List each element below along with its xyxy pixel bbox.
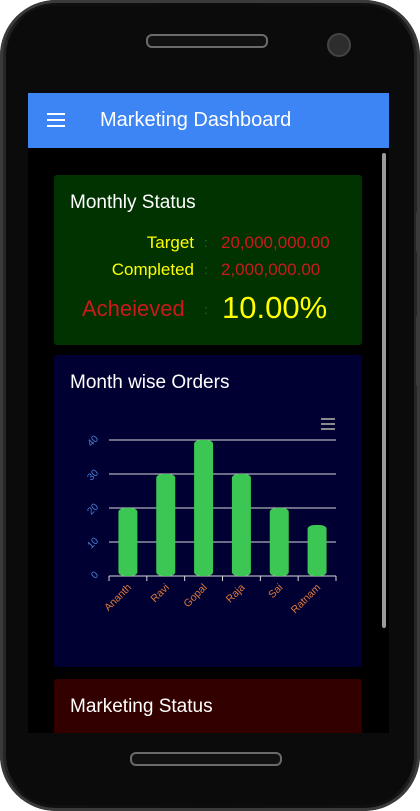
x-tick-label: Gopal (181, 582, 209, 610)
achieved-value: 10.00% (222, 290, 328, 325)
y-tick-label: 40 (85, 433, 101, 449)
y-tick-label: 0 (89, 569, 101, 581)
marketing-status-card: Marketing Status (54, 679, 362, 733)
y-tick-label: 30 (85, 467, 101, 483)
chart-bar (269, 508, 289, 576)
app-title: Marketing Dashboard (100, 109, 292, 131)
completed-label: Completed (111, 260, 194, 279)
achieved-separator: : (204, 302, 208, 317)
chart-bar (194, 440, 214, 576)
speaker-grille (146, 34, 268, 48)
volume-button (416, 212, 420, 252)
target-label: Target (146, 233, 194, 252)
chart-bar (156, 474, 176, 576)
chart-bar (118, 508, 138, 576)
chart-bar (231, 474, 251, 576)
achieved-row: Acheieved : 10.00% (54, 290, 362, 330)
monthly-status-title: Monthly Status (70, 192, 196, 213)
hamburger-menu-icon[interactable] (47, 113, 65, 127)
y-tick-label: 10 (85, 535, 101, 551)
power-button (416, 316, 420, 386)
phone-frame: Marketing Dashboard Monthly Status Targe… (0, 0, 420, 811)
y-tick-label: 20 (85, 501, 101, 517)
target-row: Target : 20,000,000.00 (54, 233, 362, 253)
chart-bar (307, 525, 327, 576)
target-value: 20,000,000.00 (221, 233, 330, 252)
scrollbar[interactable] (382, 153, 386, 628)
x-tick-label: Sai (266, 582, 285, 601)
orders-bar-chart: 0 10 20 30 40 Ananth Ravi Gopal Raja Sai Ratnam (85, 433, 337, 616)
achieved-label: Acheieved (82, 296, 185, 321)
x-tick-label: Raja (224, 582, 248, 606)
target-separator: : (204, 235, 208, 250)
completed-row: Completed : 2,000,000.00 (54, 260, 362, 280)
app-screen: Marketing Dashboard Monthly Status Targe… (28, 93, 389, 733)
marketing-status-title: Marketing Status (70, 696, 213, 717)
completed-value: 2,000,000.00 (221, 260, 321, 279)
monthly-status-card: Monthly Status Target : 20,000,000.00 Co… (54, 175, 362, 345)
front-camera (327, 33, 351, 57)
month-wise-orders-card: Month wise Orders 0 10 20 30 40 Ananth Ravi Gop… (54, 355, 362, 667)
x-tick-label: Ananth (102, 582, 134, 614)
completed-separator: : (204, 262, 208, 277)
x-tick-label: Ratnam (289, 581, 324, 616)
app-bar: Marketing Dashboard (28, 93, 389, 148)
x-tick-label: Ravi (149, 582, 172, 605)
bottom-speaker-grille (130, 752, 282, 766)
